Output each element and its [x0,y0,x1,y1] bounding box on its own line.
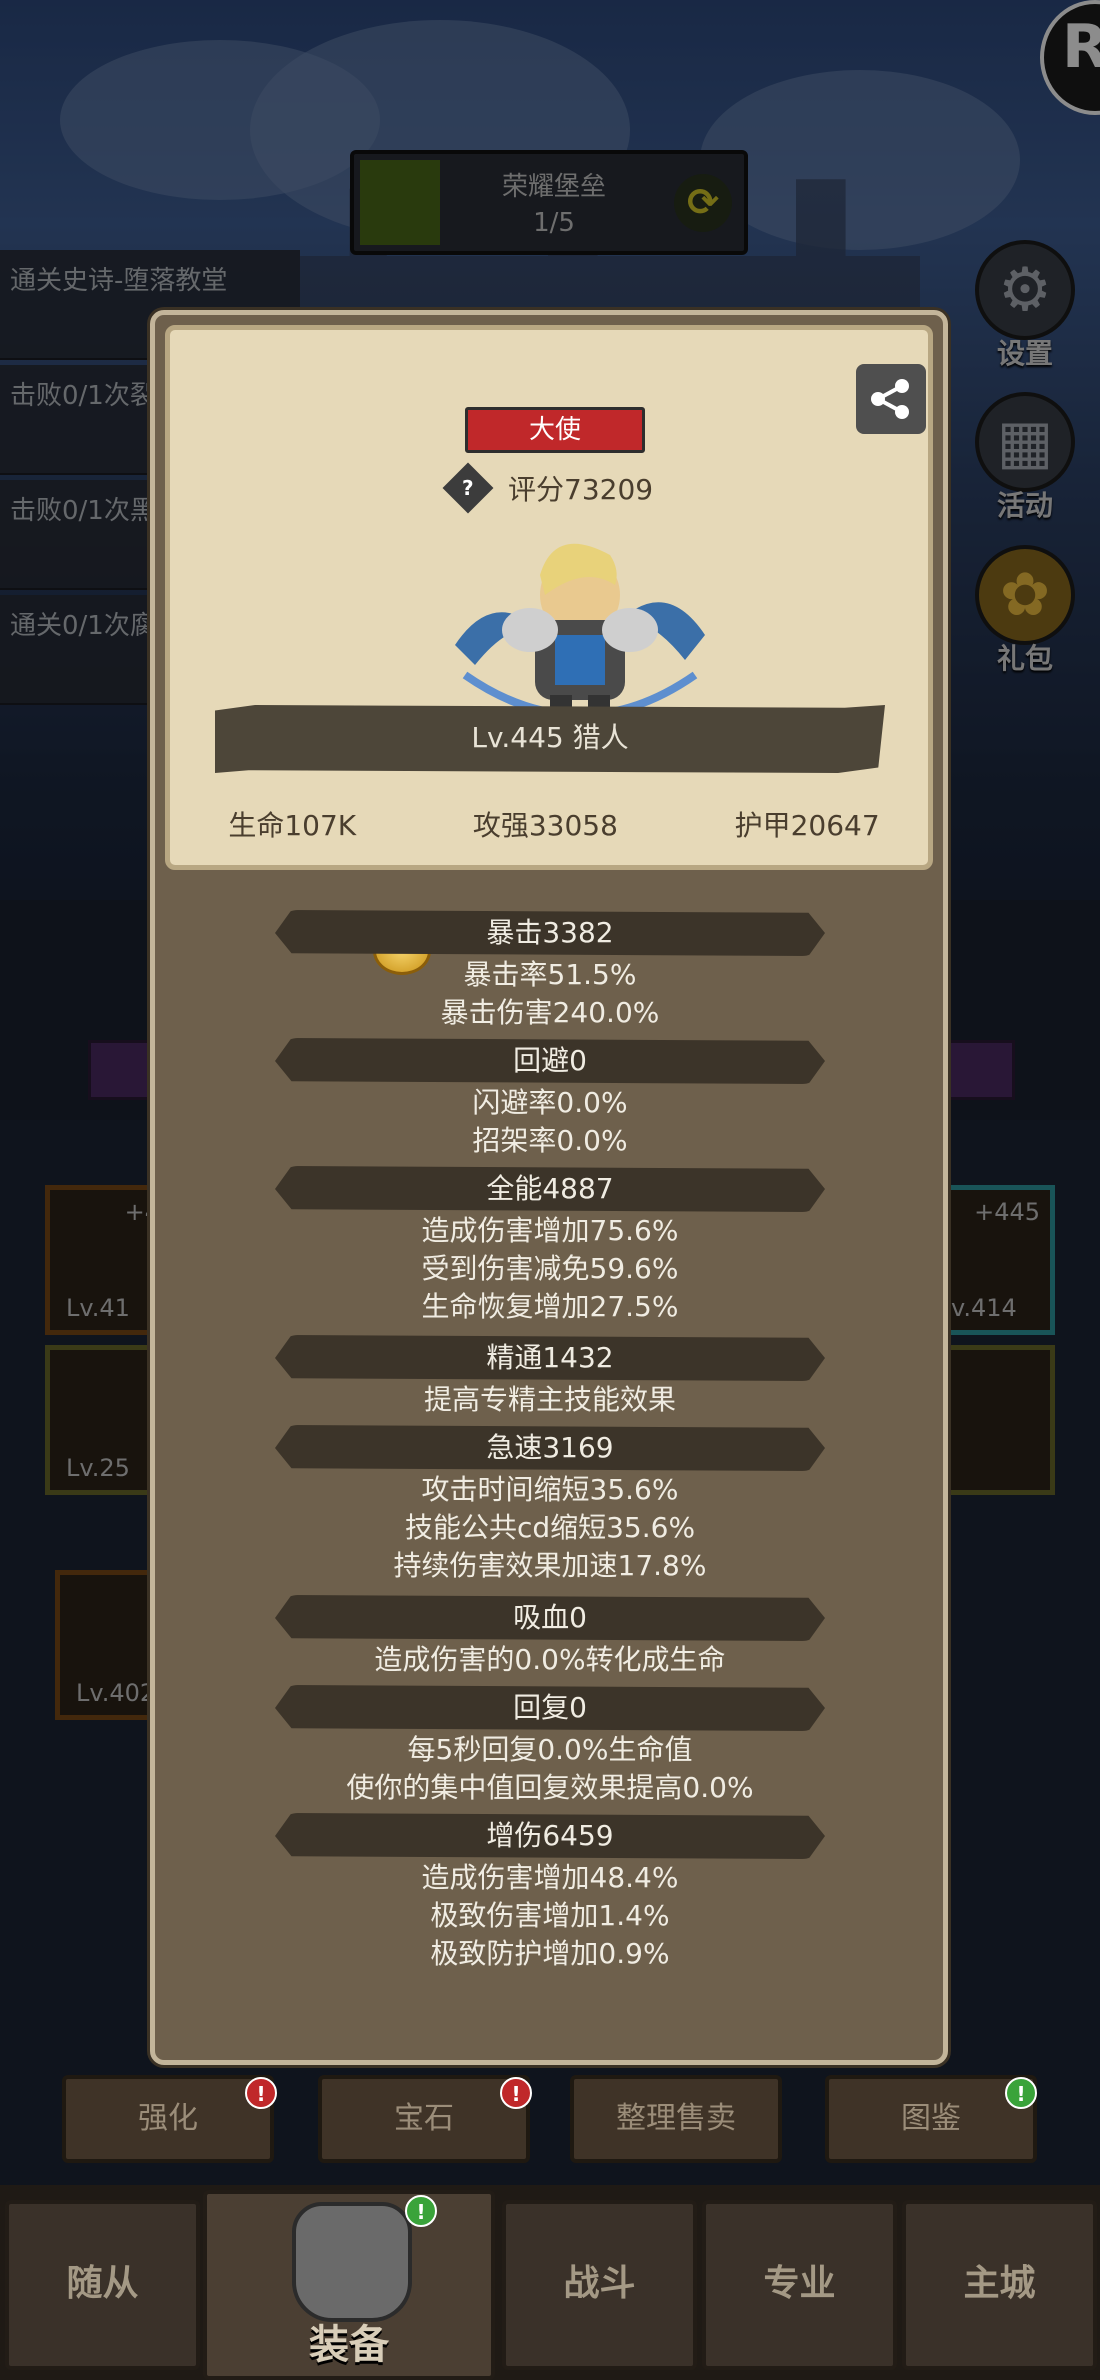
section-line: 持续伤害效果加速17.8% [393,1549,707,1582]
score-value: 评分73209 [508,473,654,506]
character-card: 大使 ? 评分73209 Lv.445 猎人 生命107K 攻强33058 护甲… [165,325,933,870]
section-line: 生命恢复增加27.5% [421,1290,679,1323]
section-line: 暴击伤害240.0% [440,996,660,1029]
section-line: 受到伤害减免59.6% [421,1252,679,1285]
sort-sell-button[interactable]: 整理售卖 [570,2075,782,2163]
notice-badge-icon: ! [405,2195,437,2227]
section-line: 攻击时间缩短35.6% [421,1473,679,1506]
stat-section-mastery: 精通1432 提高专精主技能效果 [275,1335,825,1419]
nav-equipment[interactable]: 装备 [203,2190,495,2380]
stat-section-damage-boost: 增伤6459 造成伤害增加48.4% 极致伤害增加1.4% 极致防护增加0.9% [275,1813,825,1973]
nav-battle[interactable]: 战斗 [502,2200,697,2370]
section-head: 回避0 [275,1038,825,1084]
stat-section-evasion: 回避0 闪避率0.0% 招架率0.0% [275,1038,825,1160]
alert-badge-icon: ! [500,2077,532,2109]
section-head: 吸血0 [275,1595,825,1641]
section-head: 回复0 [275,1685,825,1731]
help-icon[interactable]: ? [442,462,494,514]
section-line: 技能公共cd缩短35.6% [404,1511,696,1544]
nav-equipment-label: 装备 [309,2322,389,2368]
section-line: 造成伤害的0.0%转化成生命 [374,1643,726,1676]
share-button[interactable] [856,364,926,434]
share-icon [871,379,909,419]
section-head: 增伤6459 [275,1813,825,1859]
core-stats: 生命107K 攻强33058 护甲20647 [170,804,938,844]
nav-followers[interactable]: 随从 [5,2200,200,2370]
stat-section-haste: 急速3169 攻击时间缩短35.6% 技能公共cd缩短35.6% 持续伤害效果加… [275,1425,825,1585]
alert-badge-icon: ! [245,2077,277,2109]
section-head: 精通1432 [275,1335,825,1381]
section-line: 极致伤害增加1.4% [430,1899,670,1932]
stat-section-versatility: 全能4887 造成伤害增加75.6% 受到伤害减免59.6% 生命恢复增加27.… [275,1166,825,1326]
section-line: 每5秒回复0.0%生命值 [407,1733,693,1766]
stat-armor: 护甲20647 [734,809,880,842]
stat-hp: 生命107K [228,809,357,842]
enhance-button[interactable]: 强化 [62,2075,274,2163]
section-line: 造成伤害增加75.6% [421,1214,679,1247]
section-line: 造成伤害增加48.4% [421,1861,679,1894]
gem-button[interactable]: 宝石 [318,2075,530,2163]
stat-section-lifesteal: 吸血0 造成伤害的0.0%转化成生命 [275,1595,825,1679]
section-line: 闪避率0.0% [472,1086,628,1119]
character-name-level: Lv.445 猎人 [215,705,885,773]
stat-attack: 攻强33058 [472,809,618,842]
section-line: 提高专精主技能效果 [423,1383,676,1416]
nav-profession[interactable]: 专业 [702,2200,897,2370]
stat-section-crit: 暴击3382 暴击率51.5% 暴击伤害240.0% [275,910,825,1032]
section-head: 急速3169 [275,1425,825,1471]
section-line: 招架率0.0% [472,1124,628,1157]
section-head: 全能4887 [275,1166,825,1212]
character-stats-modal: 大使 ? 评分73209 Lv.445 猎人 生命107K 攻强33058 护甲… [150,310,948,2065]
rank-badge: 大使 [465,407,645,453]
section-line: 极致防护增加0.9% [430,1937,670,1970]
section-line: 使你的集中值回复效果提高0.0% [346,1771,754,1804]
section-head: 暴击3382 [275,910,825,956]
armor-icon [292,2202,412,2322]
stat-section-recovery: 回复0 每5秒回复0.0%生命值 使你的集中值回复效果提高0.0% [275,1685,825,1807]
score-row: ? 评分73209 [442,462,654,514]
nav-main-city[interactable]: 主城 [902,2200,1097,2370]
notice-badge-icon: ! [1005,2077,1037,2109]
section-line: 暴击率51.5% [463,958,637,991]
